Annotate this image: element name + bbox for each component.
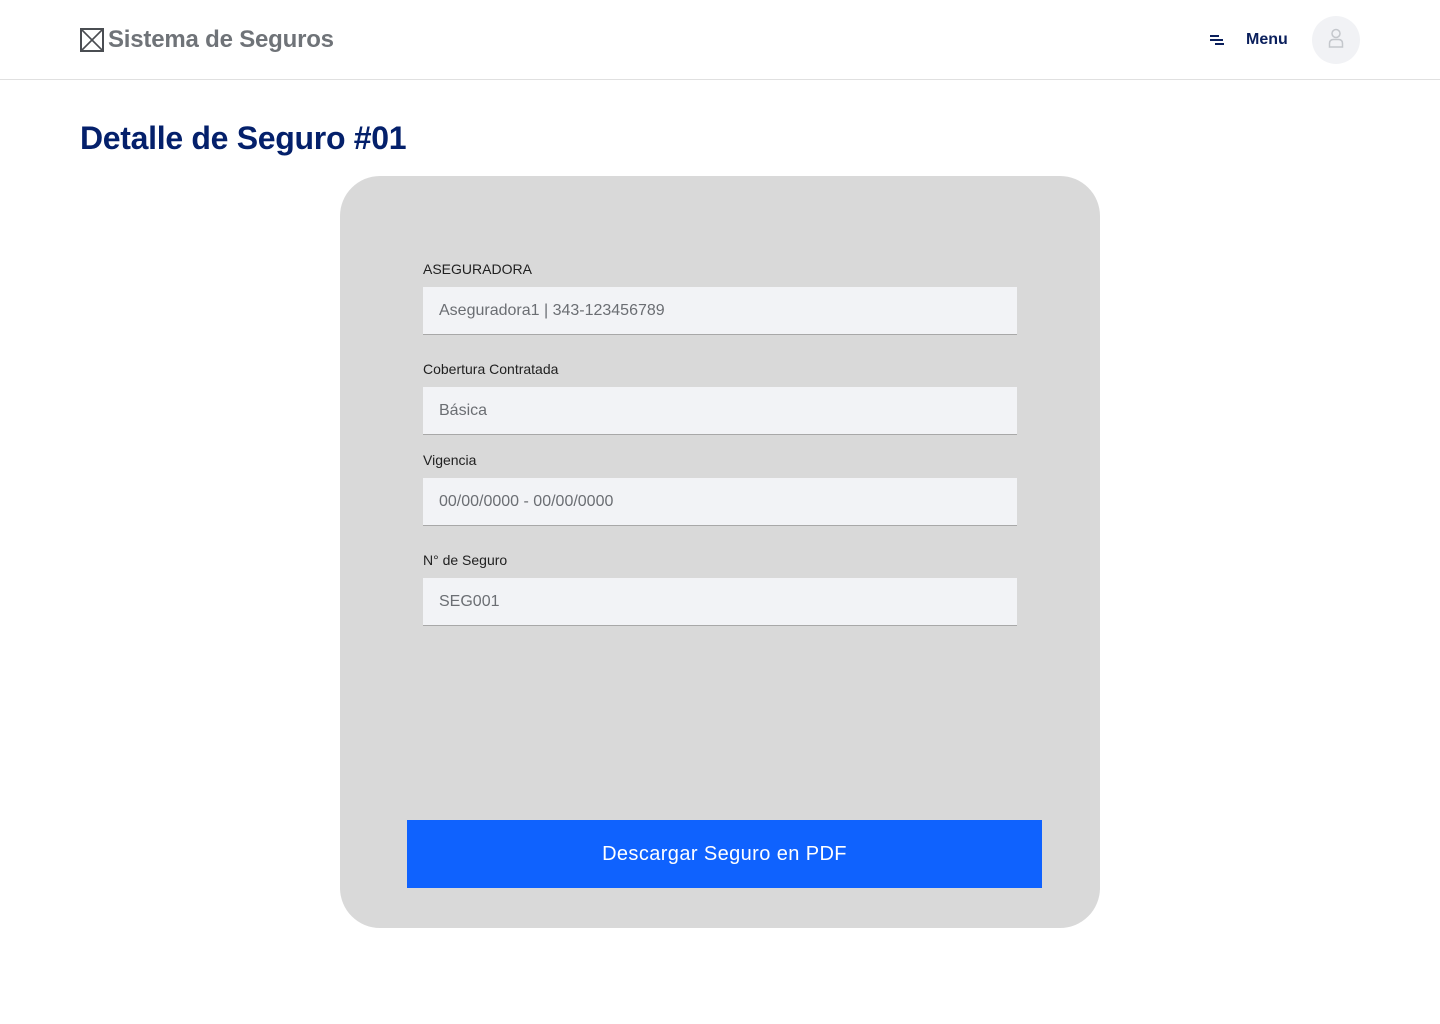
image-placeholder-icon [80, 28, 104, 52]
vigencia-field[interactable] [423, 478, 1017, 526]
aseguradora-field[interactable] [423, 287, 1017, 335]
top-header: Sistema de Seguros Menu [0, 0, 1440, 80]
brand-title: Sistema de Seguros [108, 26, 334, 53]
page-title: Detalle de Seguro #01 [80, 120, 407, 156]
menu-button[interactable]: Menu [1200, 24, 1288, 56]
hamburger-menu-icon [1200, 24, 1236, 56]
numero-seguro-field[interactable] [423, 578, 1017, 626]
avatar[interactable] [1312, 16, 1360, 64]
brand[interactable]: Sistema de Seguros [80, 24, 334, 56]
field-label-cobertura: Cobertura Contratada [423, 361, 559, 377]
menu-label: Menu [1246, 31, 1288, 48]
field-label-numero-seguro: N° de Seguro [423, 552, 508, 568]
cobertura-field[interactable] [423, 387, 1017, 435]
user-icon [1328, 28, 1344, 53]
download-pdf-button[interactable]: Descargar Seguro en PDF [407, 820, 1042, 888]
field-label-vigencia: Vigencia [423, 452, 477, 468]
field-label-aseguradora: ASEGURADORA [423, 261, 532, 277]
